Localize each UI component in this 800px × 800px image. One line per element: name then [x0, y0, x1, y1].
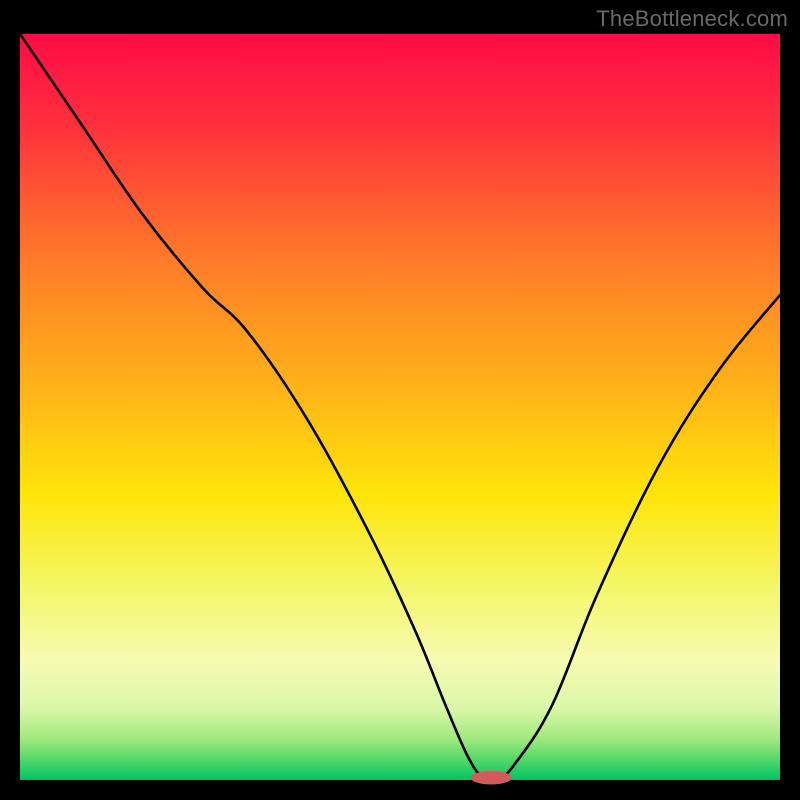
- watermark-text: TheBottleneck.com: [596, 6, 788, 32]
- optimal-range-marker: [471, 771, 512, 784]
- bottleneck-chart: [0, 0, 800, 800]
- chart-stage: TheBottleneck.com: [0, 0, 800, 800]
- plot-background: [20, 34, 780, 780]
